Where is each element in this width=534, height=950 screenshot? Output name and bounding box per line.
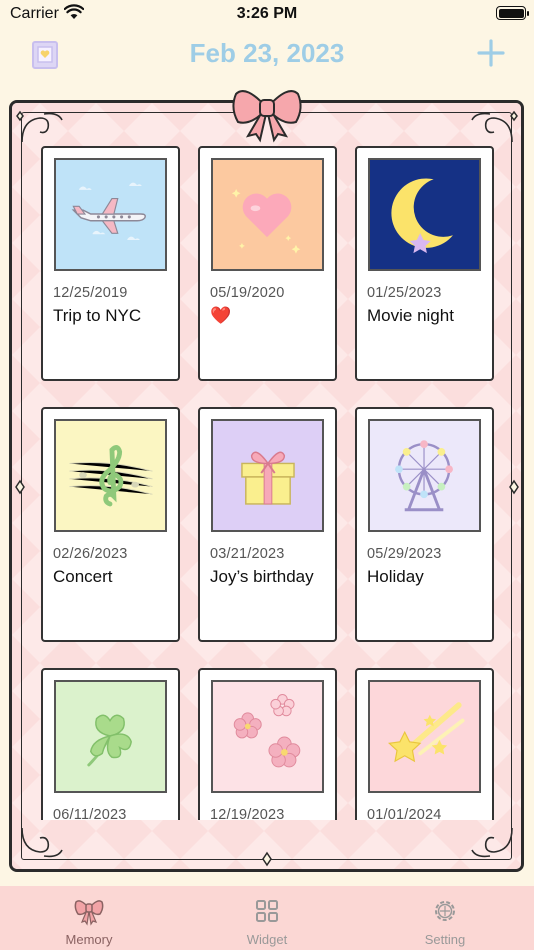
memory-title: Trip to NYC	[53, 306, 142, 325]
memory-thumbnail	[54, 158, 167, 271]
memory-card[interactable]: 12/25/2019 Trip to NYC	[41, 146, 180, 381]
memory-thumbnail	[368, 419, 481, 532]
memory-grid[interactable]: 12/25/2019 Trip to NYC 05/19/2020 ❤️ 01/…	[41, 146, 501, 820]
memory-date: 12/25/2019	[53, 285, 128, 301]
header: Feb 23, 2023	[0, 30, 534, 80]
moon-icon	[370, 160, 479, 269]
tab-widget[interactable]: Widget	[178, 886, 356, 950]
memory-thumbnail	[54, 419, 167, 532]
tab-label: Setting	[424, 932, 466, 947]
memory-title: Concert	[53, 567, 113, 586]
memory-thumbnail	[211, 419, 324, 532]
battery-icon	[496, 6, 529, 20]
gift-icon	[213, 421, 322, 530]
memory-date: 05/29/2023	[367, 546, 442, 562]
treble-clef-icon	[56, 421, 165, 530]
shooting-star-icon	[370, 682, 479, 791]
memory-date: 02/26/2023	[53, 546, 128, 562]
memory-card[interactable]: 05/19/2020 ❤️	[198, 146, 337, 381]
memory-card[interactable]: 03/21/2023 Joy’s birthday	[198, 407, 337, 642]
heart-icon	[213, 160, 322, 269]
memory-date: 03/21/2023	[210, 546, 285, 562]
tab-memory[interactable]: Memory	[0, 886, 178, 950]
clover-icon	[56, 682, 165, 791]
memory-card[interactable]: 05/29/2023 Holiday	[355, 407, 494, 642]
memory-thumbnail	[368, 158, 481, 271]
status-bar: Carrier 3:26 PM	[0, 0, 534, 30]
memory-card[interactable]: 12/19/2023	[198, 668, 337, 820]
tab-label: Memory	[65, 932, 113, 947]
memory-title: ❤️	[210, 306, 232, 325]
memory-date: 01/01/2024	[367, 807, 442, 820]
memory-title: Joy’s birthday	[210, 567, 314, 586]
plus-icon	[477, 39, 505, 67]
add-memory-button[interactable]	[476, 38, 506, 68]
memory-date: 06/11/2023	[53, 807, 127, 820]
memory-card[interactable]: 01/25/2023 Movie night	[355, 146, 494, 381]
memory-date: 12/19/2023	[210, 807, 285, 820]
memory-thumbnail	[368, 680, 481, 793]
airplane-icon	[56, 160, 165, 269]
memory-date: 01/25/2023	[367, 285, 442, 301]
widget-grid-icon	[256, 900, 278, 922]
memory-date: 05/19/2020	[210, 285, 285, 301]
memory-title: Holiday	[367, 567, 424, 586]
memory-album: 12/25/2019 Trip to NYC 05/19/2020 ❤️ 01/…	[9, 100, 524, 872]
memory-thumbnail	[54, 680, 167, 793]
memory-card[interactable]: 02/26/2023 Concert	[41, 407, 180, 642]
tab-label: Widget	[246, 932, 288, 947]
ferris-wheel-icon	[370, 421, 479, 530]
ribbon-bow-icon	[74, 900, 104, 926]
memory-card[interactable]: 01/01/2024	[355, 668, 494, 820]
tab-bar: Memory Widget Setting	[0, 886, 534, 950]
memory-thumbnail	[211, 158, 324, 271]
tab-setting[interactable]: Setting	[356, 886, 534, 950]
cherry-blossom-icon	[213, 682, 322, 791]
status-time: 3:26 PM	[236, 5, 298, 22]
memory-card[interactable]: 06/11/2023	[41, 668, 180, 820]
page-title[interactable]: Feb 23, 2023	[0, 38, 534, 69]
gear-icon	[435, 901, 455, 921]
memory-title: Movie night	[367, 306, 454, 325]
memory-thumbnail	[211, 680, 324, 793]
